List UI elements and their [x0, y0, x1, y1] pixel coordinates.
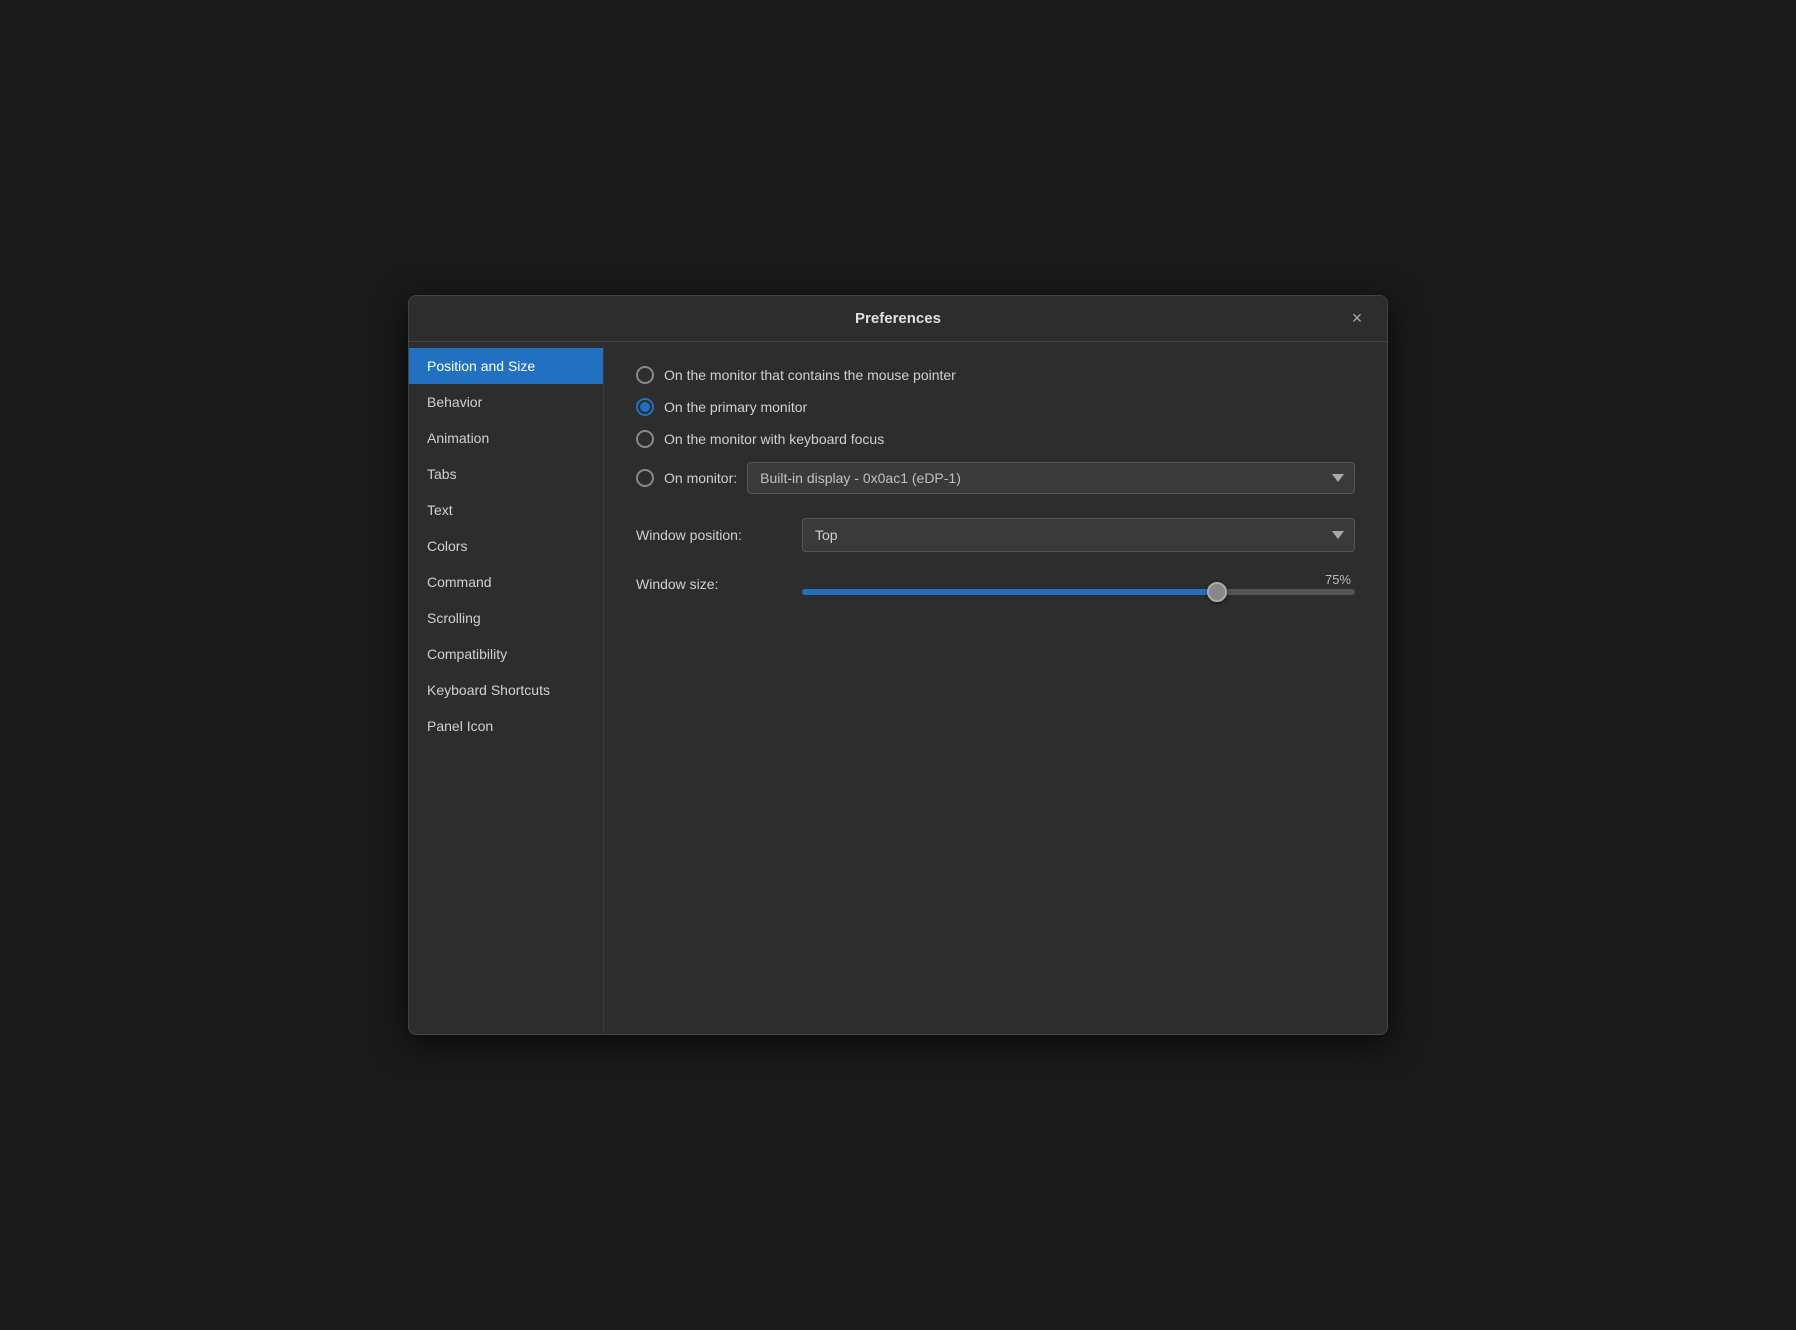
- radio-input-keyboard-monitor[interactable]: [636, 430, 654, 448]
- radio-on-monitor-row: On monitor: Built-in display - 0x0ac1 (e…: [636, 462, 1355, 494]
- slider-fill: [802, 589, 1217, 595]
- slider-thumb[interactable]: [1207, 582, 1227, 602]
- slider-track: [802, 589, 1355, 595]
- slider-wrapper: 75%: [802, 572, 1355, 595]
- sidebar: Position and Size Behavior Animation Tab…: [409, 342, 604, 1034]
- sidebar-item-keyboard-shortcuts[interactable]: Keyboard Shortcuts: [409, 672, 603, 708]
- radio-primary-monitor[interactable]: On the primary monitor: [636, 398, 1355, 416]
- radio-input-mouse-monitor[interactable]: [636, 366, 654, 384]
- sidebar-item-compatibility[interactable]: Compatibility: [409, 636, 603, 672]
- sidebar-item-colors[interactable]: Colors: [409, 528, 603, 564]
- window-size-row: Window size: 75%: [636, 572, 1355, 595]
- sidebar-item-tabs[interactable]: Tabs: [409, 456, 603, 492]
- sidebar-item-panel-icon[interactable]: Panel Icon: [409, 708, 603, 744]
- window-position-row: Window position: Top Bottom Left Right C…: [636, 518, 1355, 552]
- radio-input-on-monitor[interactable]: [636, 469, 654, 487]
- radio-mouse-monitor[interactable]: On the monitor that contains the mouse p…: [636, 366, 1355, 384]
- radio-input-primary-monitor[interactable]: [636, 398, 654, 416]
- title-bar: Preferences ×: [409, 296, 1387, 342]
- window-position-select[interactable]: Top Bottom Left Right Center: [802, 518, 1355, 552]
- dialog-body: Position and Size Behavior Animation Tab…: [409, 342, 1387, 1034]
- sidebar-item-behavior[interactable]: Behavior: [409, 384, 603, 420]
- radio-keyboard-monitor[interactable]: On the monitor with keyboard focus: [636, 430, 1355, 448]
- monitor-radio-group: On the monitor that contains the mouse p…: [636, 366, 1355, 494]
- sidebar-item-text[interactable]: Text: [409, 492, 603, 528]
- main-content: On the monitor that contains the mouse p…: [604, 342, 1387, 1034]
- monitor-select[interactable]: Built-in display - 0x0ac1 (eDP-1): [747, 462, 1355, 494]
- preferences-dialog: Preferences × Position and Size Behavior…: [408, 295, 1388, 1035]
- close-button[interactable]: ×: [1343, 305, 1371, 333]
- sidebar-item-scrolling[interactable]: Scrolling: [409, 600, 603, 636]
- sidebar-item-position-and-size[interactable]: Position and Size: [409, 348, 603, 384]
- slider-percentage-label: 75%: [802, 572, 1351, 587]
- dialog-title: Preferences: [855, 310, 941, 327]
- sidebar-item-animation[interactable]: Animation: [409, 420, 603, 456]
- sidebar-item-command[interactable]: Command: [409, 564, 603, 600]
